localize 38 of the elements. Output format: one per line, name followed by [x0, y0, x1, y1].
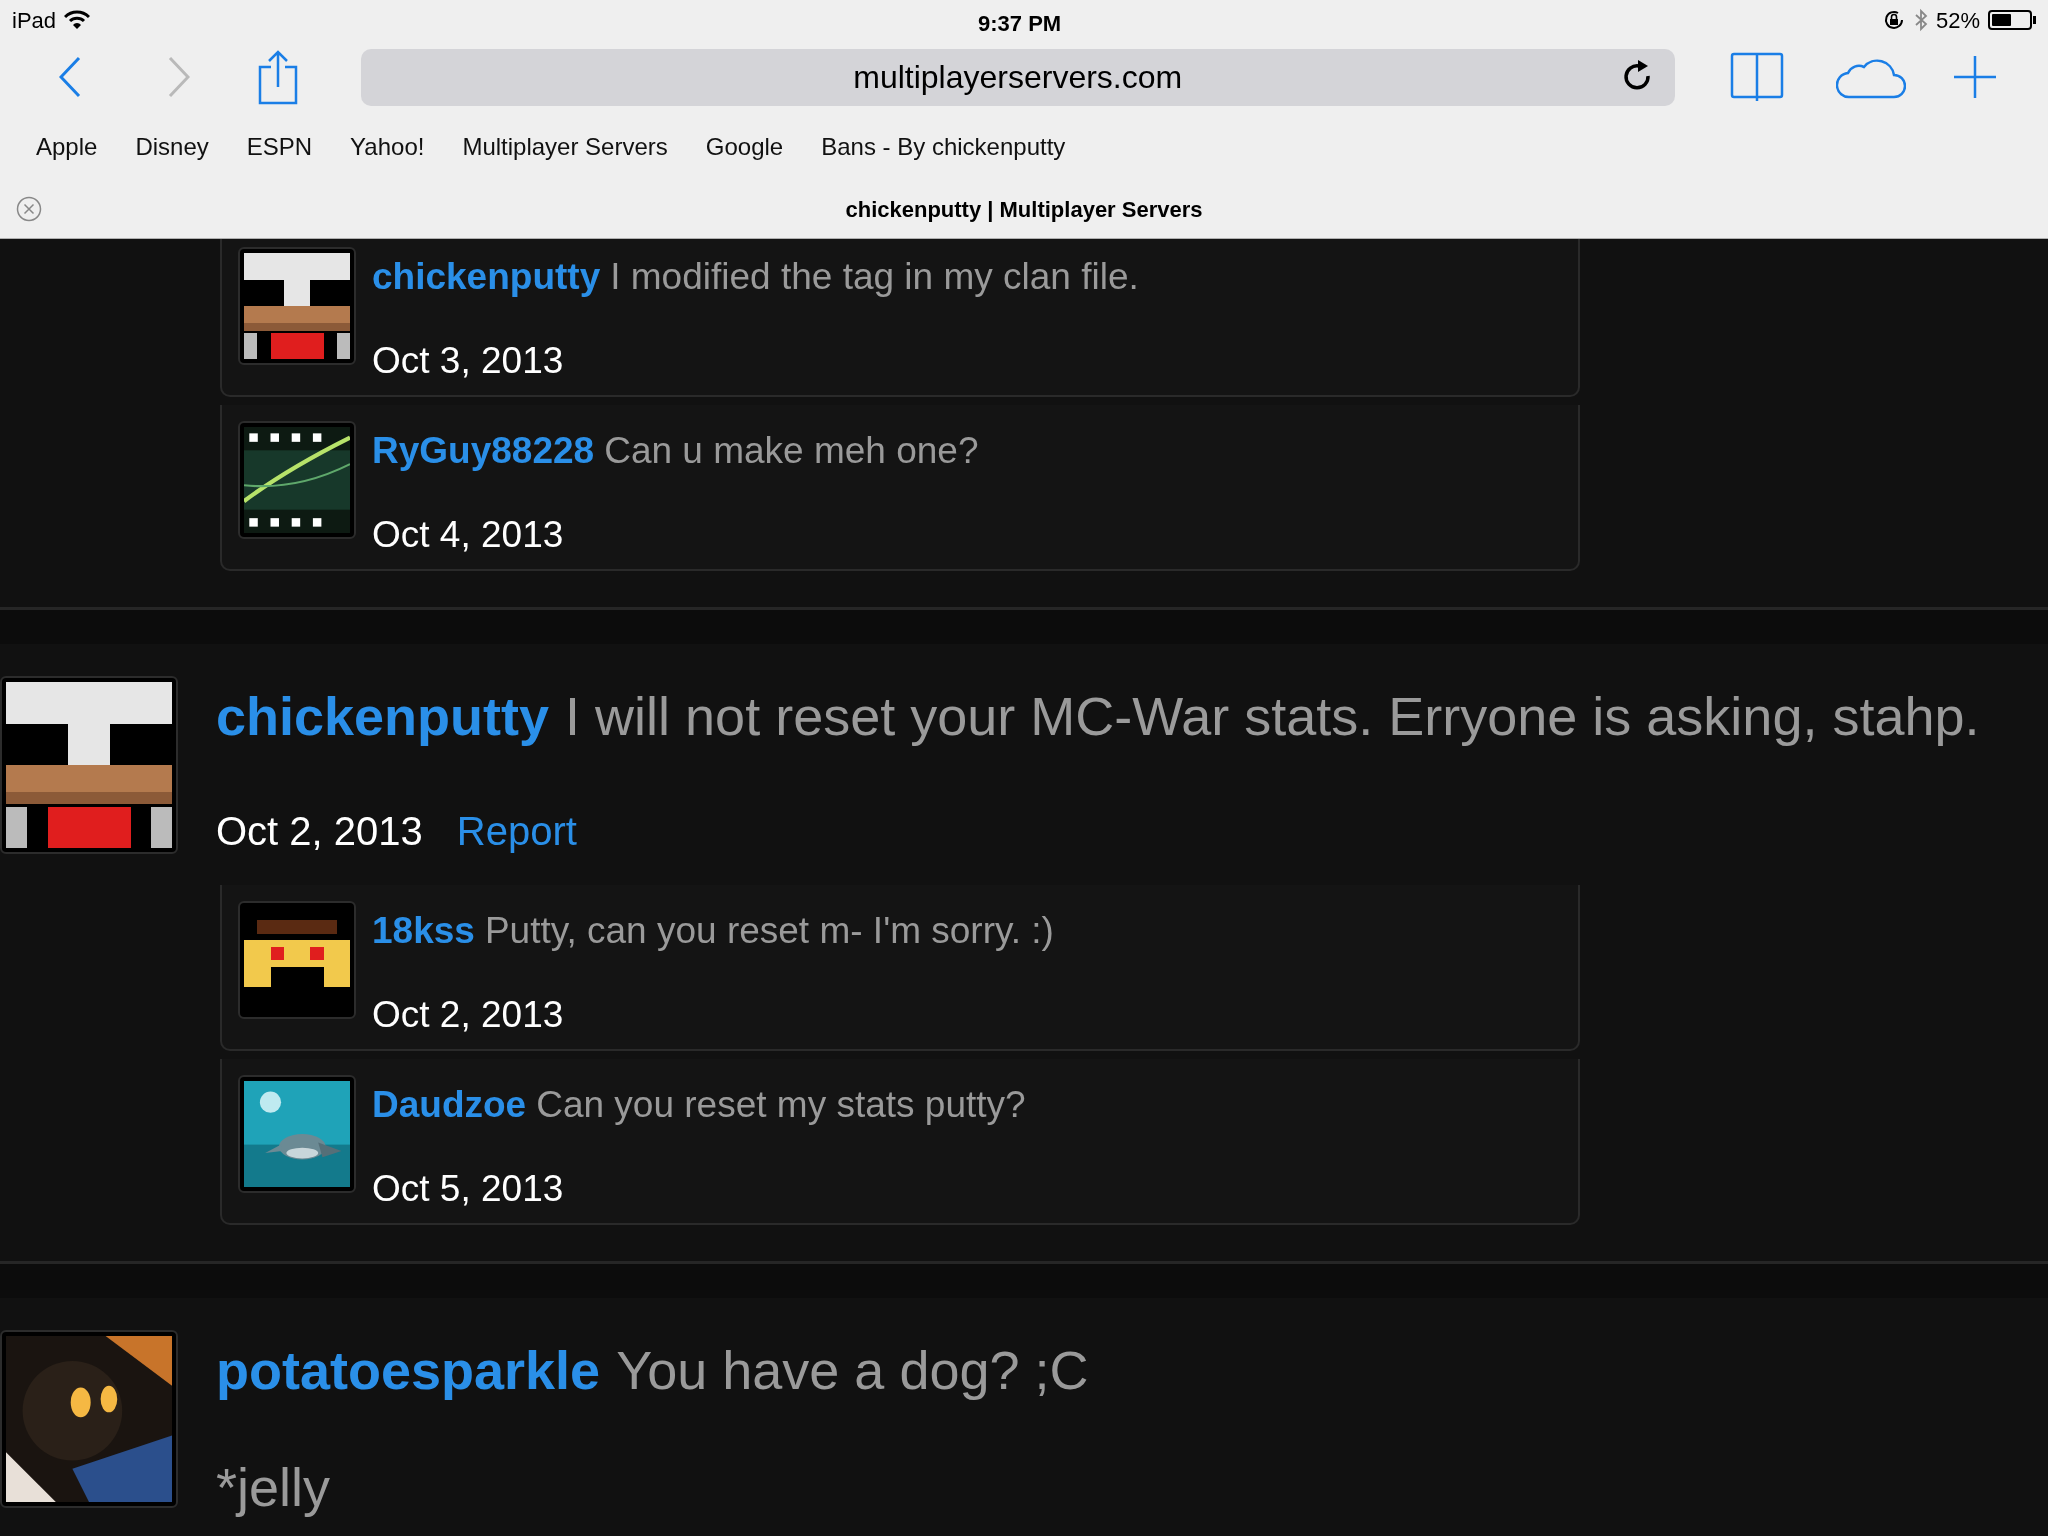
username-link[interactable]: chickenputty — [216, 676, 550, 757]
avatar-icon — [244, 253, 350, 359]
bookmark-link[interactable]: Google — [705, 129, 784, 165]
avatar-icon — [6, 682, 172, 848]
username-link[interactable]: Daudzoe — [372, 1077, 527, 1133]
username-link[interactable]: 18kss — [372, 903, 475, 959]
username-link[interactable]: RyGuy88228 — [372, 423, 595, 479]
battery-icon — [1988, 10, 2036, 30]
tab-title: chickenputty | Multiplayer Servers — [845, 195, 1203, 224]
bookmark-link[interactable]: Disney — [135, 129, 209, 165]
reply-text: Can you reset my stats putty? — [536, 1083, 1026, 1127]
post-date: Oct 4, 2013 — [372, 512, 565, 557]
bookmark-link[interactable]: Yahoo! — [350, 129, 425, 165]
bookmark-link[interactable]: Bans - By chickenputty — [821, 129, 1066, 165]
post-date: Oct 2, 2013 — [216, 808, 423, 855]
post-date: Oct 2, 2013 — [372, 992, 565, 1037]
username-link[interactable]: chickenputty — [372, 249, 601, 305]
bookmark-link[interactable]: ESPN — [246, 129, 313, 165]
bluetooth-icon — [1913, 8, 1928, 32]
bookmark-link[interactable]: Multiplayer Servers — [462, 129, 668, 165]
reply-text: I modified the tag in my clan file. — [610, 255, 1139, 299]
clock: 9:37 PM — [978, 10, 1062, 38]
new-tab-button[interactable] — [1952, 54, 1998, 100]
post-date: Oct 5, 2013 — [372, 1166, 565, 1211]
reply-text: Can u make meh one? — [604, 429, 979, 473]
post-text: I will not reset your MC-War stats. Erryone is asking, stahp. — [565, 685, 1980, 748]
post-text: *jelly — [216, 1456, 332, 1519]
close-tab-button[interactable] — [16, 196, 42, 222]
post-text: You have a dog? ;C — [616, 1339, 1089, 1402]
device-name: iPad — [12, 6, 57, 35]
bookmark-link[interactable]: Apple — [36, 129, 98, 165]
post-date: Oct 3, 2013 — [372, 338, 565, 383]
address-bar[interactable]: multiplayerservers.com — [360, 48, 1675, 106]
battery-percent: 52% — [1935, 6, 1980, 35]
report-link[interactable]: Report — [456, 801, 577, 861]
reply-text: Putty, can you reset m- I'm sorry. :) — [484, 909, 1054, 953]
username-link[interactable]: potatoesparkle — [216, 1330, 601, 1411]
wifi-icon — [64, 10, 91, 30]
